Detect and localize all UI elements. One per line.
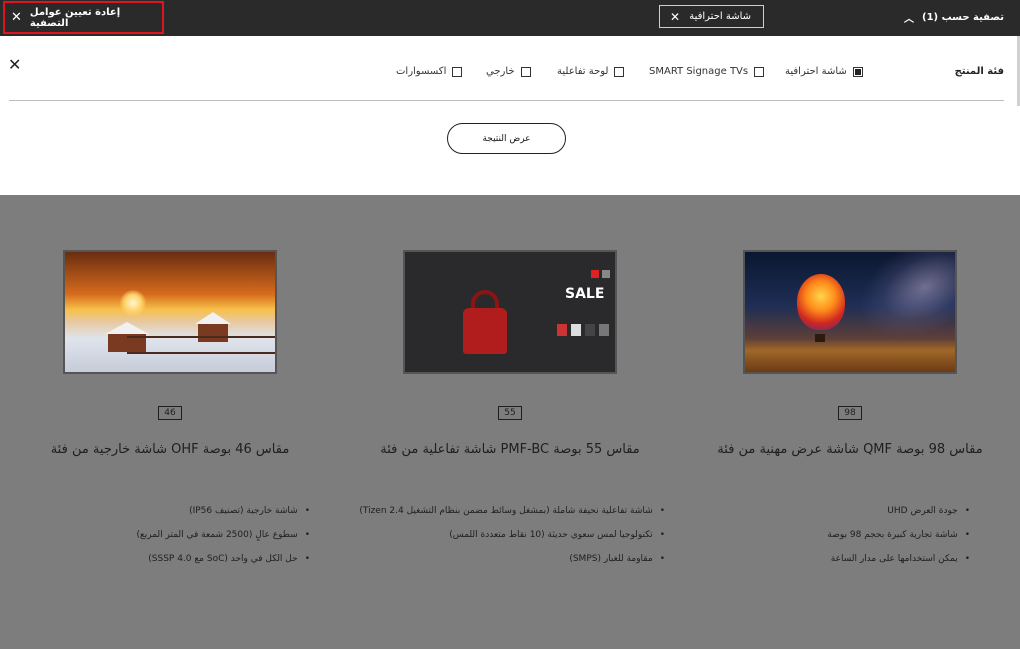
size-badge: 55 [498,406,522,420]
hot-air-balloon-image [745,252,955,372]
filter-option-accessories[interactable]: اكسسوارات [396,66,463,77]
filter-top-bar: ✕ إعادة تعيين عوامل التصفية ✕ شاشة احترا… [0,0,1020,36]
filter-option-label: اكسسوارات [396,66,447,77]
filter-option-professional-display[interactable]: شاشة احترافية [785,66,863,77]
feature-list: جودة العرض UHD شاشة تجارية كبيرة بحجم 98… [827,506,970,578]
show-results-button[interactable]: عرض النتيجة [447,123,566,154]
filter-option-smart-signage[interactable]: SMART Signage TVs [649,66,765,77]
feature-item: سطوع عالٍ (2500 شمعة في المتر المربع) [136,530,310,540]
filter-option-label: لوحة تفاعلية [557,66,609,77]
feature-item: حل الكل في واحد (SoC مع SSSP 4.0) [136,554,310,564]
reset-filters-button[interactable]: ✕ إعادة تعيين عوامل التصفية [3,1,164,34]
filter-by-label: تصفية حسب (1) [921,12,1004,23]
active-filter-label: شاشة احترافية [689,11,751,22]
product-title[interactable]: شاشة خارجية من فئة OHF مقاس 46 بوصة [0,442,340,457]
filter-option-label: SMART Signage TVs [649,66,749,77]
feature-item: شاشة تجارية كبيرة بحجم 98 بوصة [827,530,970,540]
filter-option-label: خارجي [486,66,515,77]
feature-item: تكنولوجيا لمس سعوي حديثة (10 نقاط متعددة… [359,530,665,540]
active-filter-chip[interactable]: ✕ شاشة احترافية [659,5,764,28]
feature-list: شاشة تفاعلية نحيفة شاملة (بمشغل وسائط مض… [359,506,665,578]
product-category-label: فئة المنتج [954,66,1004,77]
feature-item: شاشة تفاعلية نحيفة شاملة (بمشغل وسائط مض… [359,506,665,516]
feature-item: جودة العرض UHD [827,506,970,516]
close-icon: ✕ [11,10,22,25]
product-image[interactable] [743,250,957,374]
checkbox[interactable] [754,66,765,77]
product-card[interactable]: SALE 55 شاشة تفاعلية من فئة PMF-BC مقاس … [340,195,680,649]
size-badge: 46 [158,406,182,420]
product-image[interactable]: SALE [403,250,617,374]
feature-item: شاشة خارجية (تصنيف IP56) [136,506,310,516]
checkbox[interactable] [452,66,463,77]
close-icon[interactable]: ✕ [8,55,21,74]
feature-item: مقاومة للغبار (SMPS) [359,554,665,564]
chevron-up-icon: ︿ [903,14,914,25]
size-badge: 98 [838,406,862,420]
winter-landscape-image [65,252,275,372]
product-card[interactable]: 46 شاشة خارجية من فئة OHF مقاس 46 بوصة ش… [0,195,340,649]
product-image[interactable] [63,250,277,374]
checkbox[interactable] [852,66,863,77]
filter-by-toggle[interactable]: ︿ تصفية حسب (1) [904,10,1004,25]
close-icon[interactable]: ✕ [670,10,680,24]
red-bag-display-image: SALE [405,252,615,372]
sale-text: SALE [565,286,605,302]
product-title[interactable]: شاشة عرض مهنية من فئة QMF مقاس 98 بوصة [680,442,1020,457]
product-title[interactable]: شاشة تفاعلية من فئة PMF-BC مقاس 55 بوصة [340,442,680,457]
checkbox[interactable] [520,66,531,77]
filter-option-interactive-board[interactable]: لوحة تفاعلية [557,66,625,77]
divider [9,100,1004,101]
feature-item: يمكن استخدامها على مدار الساعة [827,554,970,564]
filter-panel: ✕ فئة المنتج شاشة احترافية SMART Signage… [0,36,1020,195]
filter-option-outdoor[interactable]: خارجي [486,66,531,77]
product-grid-overlay: 46 شاشة خارجية من فئة OHF مقاس 46 بوصة ش… [0,195,1020,649]
checkbox[interactable] [614,66,625,77]
feature-list: شاشة خارجية (تصنيف IP56) سطوع عالٍ (2500… [136,506,310,578]
reset-filters-label: إعادة تعيين عوامل التصفية [29,6,121,29]
filter-option-label: شاشة احترافية [785,66,847,77]
product-card[interactable]: 98 شاشة عرض مهنية من فئة QMF مقاس 98 بوص… [680,195,1020,649]
